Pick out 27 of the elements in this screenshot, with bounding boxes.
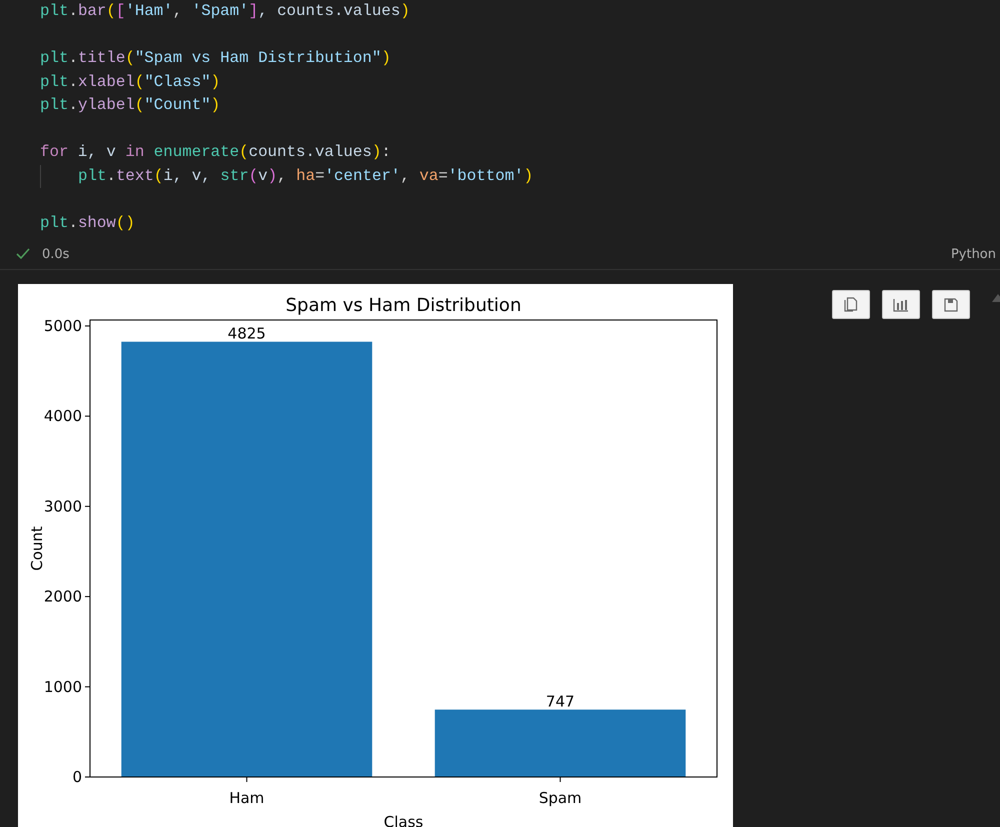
- x-tick-label: Spam: [538, 789, 582, 807]
- chart-button[interactable]: [882, 290, 920, 319]
- code-line: plt.title("Spam vs Ham Distribution"): [40, 48, 391, 69]
- code-line: plt.text(i, v, str(v), ha='center', va='bottom'): [78, 166, 534, 186]
- code-line: plt.ylabel("Count"): [40, 95, 220, 116]
- y-tick-label: 4000: [44, 407, 82, 426]
- save-button[interactable]: [932, 290, 970, 319]
- value-label: 4825: [228, 324, 266, 343]
- x-tick-label: Ham: [229, 789, 264, 807]
- language-label[interactable]: Python: [950, 246, 996, 262]
- code-line: plt.xlabel("Class"): [40, 72, 220, 92]
- code-line: plt.show(): [40, 212, 135, 234]
- code-line: for i, v in enumerate(counts.values):: [40, 142, 391, 163]
- y-tick-label: 3000: [44, 497, 82, 516]
- code-line: plt.bar(['Ham', 'Spam'], counts.values): [40, 1, 410, 22]
- y-tick-label: 0: [72, 768, 82, 786]
- y-tick-label: 2000: [44, 588, 82, 606]
- copy-icon: [844, 296, 858, 312]
- y-tick-label: 5000: [44, 316, 82, 335]
- chart-title: Spam vs Ham Distribution: [286, 295, 522, 316]
- copy-button[interactable]: [832, 290, 870, 319]
- bar-chart-icon: [893, 298, 909, 312]
- x-axis-label: Class: [384, 813, 424, 827]
- y-axis-label: Count: [28, 526, 46, 571]
- y-tick-label: 1000: [44, 678, 82, 696]
- execution-time: 0.0s: [42, 246, 70, 262]
- value-label: 747: [546, 692, 575, 711]
